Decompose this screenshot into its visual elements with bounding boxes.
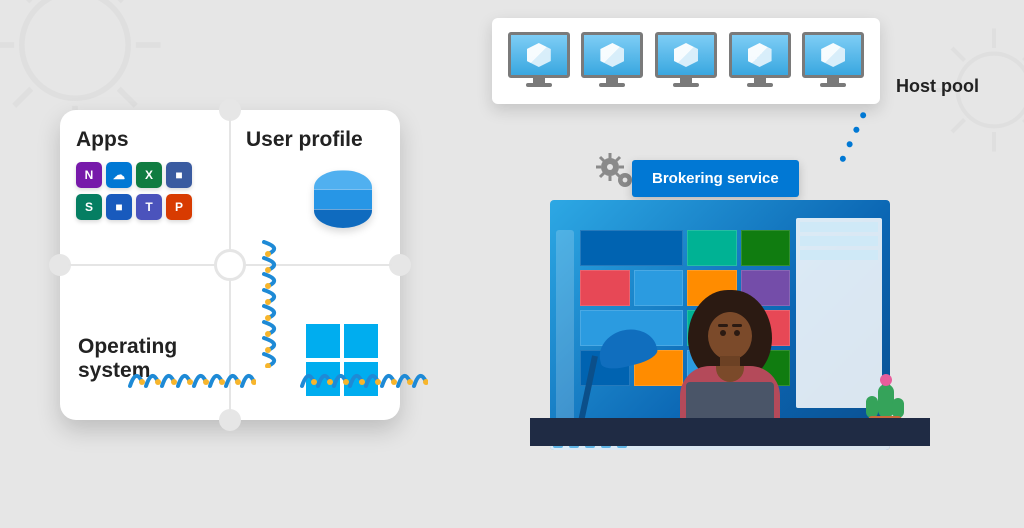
app-icon-onedrive: ☁ [106, 162, 132, 188]
app-icon-powerpoint: P [166, 194, 192, 220]
database-icon [314, 170, 372, 228]
app-icon-sharepoint: S [76, 194, 102, 220]
apps-cell: Apps N ☁ X ■ S ■ T P [60, 110, 230, 265]
connection-dots [839, 111, 867, 162]
host-pool-label: Host pool [896, 76, 979, 97]
user-profile-cell: User profile [230, 110, 400, 265]
app-icons-row: N ☁ X ■ [76, 162, 214, 188]
host-pool-card [492, 18, 880, 104]
cloud-vm-icon [656, 32, 716, 90]
cloud-vm-icon [582, 32, 642, 90]
apps-heading: Apps [76, 128, 214, 152]
app-icon-word: ■ [106, 194, 132, 220]
user-profile-heading: User profile [246, 128, 384, 152]
puzzle-card: Apps N ☁ X ■ S ■ T P User profile Operat… [60, 110, 400, 420]
msix-connector [260, 240, 282, 368]
app-icon-onenote: N [76, 162, 102, 188]
cloud-vm-icon [509, 32, 569, 90]
app-icon-generic: ■ [166, 162, 192, 188]
app-icon-teams: T [136, 194, 162, 220]
desk-surface [530, 418, 930, 446]
msix-connector [128, 368, 256, 390]
msix-connector [300, 368, 428, 390]
cloud-vm-icon [730, 32, 790, 90]
app-icon-excel: X [136, 162, 162, 188]
app-icons-row: S ■ T P [76, 194, 214, 220]
cloud-vm-icon [803, 32, 863, 90]
os-cell: Operating system [60, 265, 230, 420]
brokering-service-label: Brokering service [632, 160, 799, 197]
